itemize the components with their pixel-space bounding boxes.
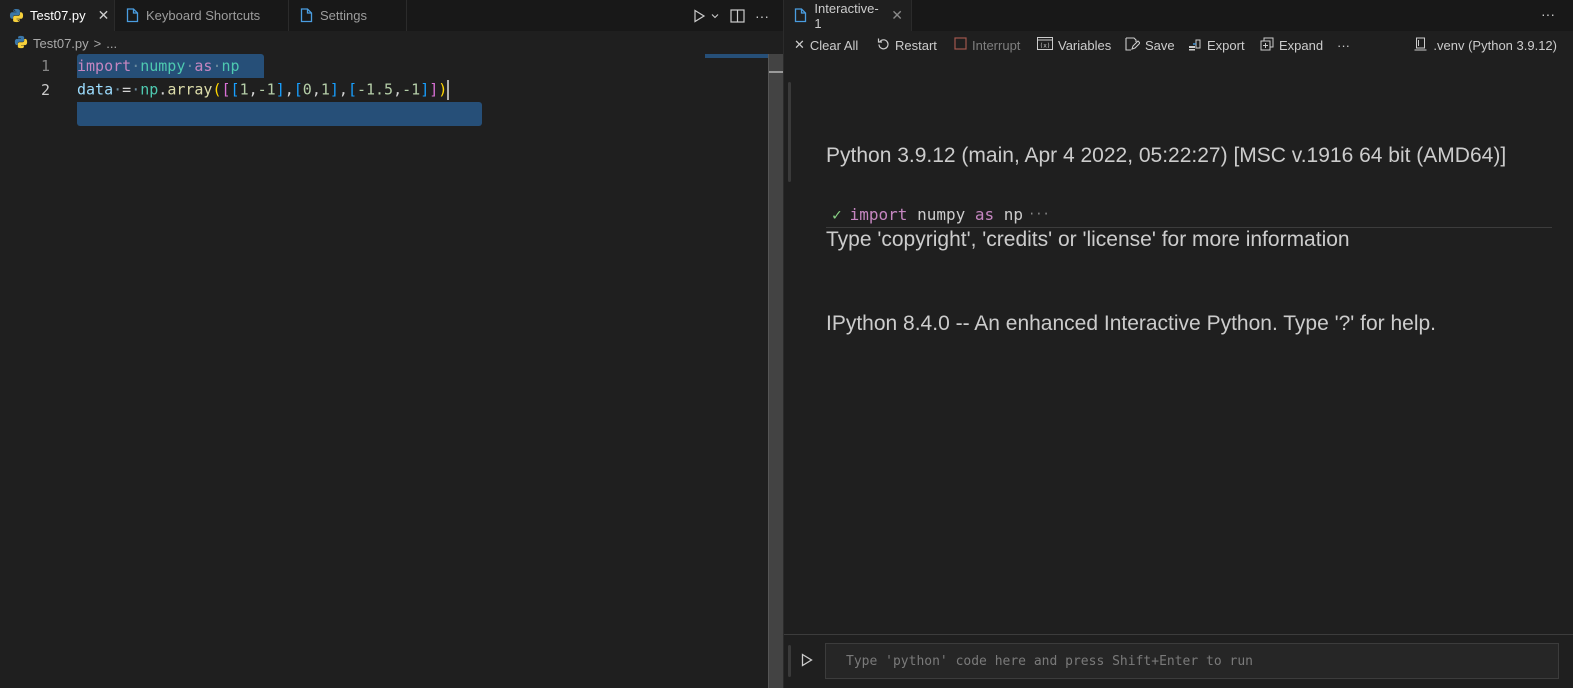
expand-icon <box>1260 37 1274 54</box>
tab-interactive-1[interactable]: Interactive-1 ✕ <box>784 0 912 31</box>
export-button[interactable]: Export <box>1188 37 1245 54</box>
kernel-icon <box>1414 37 1427 54</box>
code-text: import·numpy·as·np <box>77 57 240 75</box>
kernel-picker[interactable]: .venv (Python 3.9.12) <box>1414 37 1557 54</box>
run-icon[interactable] <box>692 8 706 23</box>
editor-tab-bar: Test07.py ✕ Keyboard Shortcuts Settings … <box>0 0 783 31</box>
minimap-selection[interactable] <box>705 54 768 58</box>
line-number: 2 <box>40 81 50 99</box>
restart-icon <box>877 37 890 53</box>
input-separator <box>784 634 1573 635</box>
restart-label: Restart <box>895 37 937 53</box>
output-cell-indicator <box>788 82 791 182</box>
kernel-banner-output: Python 3.9.12 (main, Apr 4 2022, 05:22:2… <box>826 86 1506 394</box>
editor-actions: ··· <box>692 0 769 31</box>
editor-group-left: Test07.py ✕ Keyboard Shortcuts Settings … <box>0 0 783 688</box>
clear-all-button[interactable]: ✕ Clear All <box>794 37 858 53</box>
cell-code-keyword: as <box>974 204 995 224</box>
interrupt-button[interactable]: Interrupt <box>954 37 1020 53</box>
variables-icon: (x) <box>1037 37 1053 53</box>
editor-scrollbar[interactable] <box>768 54 783 688</box>
more-actions-icon[interactable]: ··· <box>755 8 769 24</box>
code-editor[interactable]: 1 import·numpy·as·np 2 data·=·np.array([… <box>0 54 768 688</box>
interactive-tab-bar: Interactive-1 ✕ ··· <box>784 0 1573 31</box>
tab-label: Test07.py <box>30 8 86 23</box>
svg-text:(x): (x) <box>1040 43 1051 50</box>
close-icon: ✕ <box>794 37 805 52</box>
breadcrumb: Test07.py > ... <box>14 33 117 53</box>
scrollbar-cursor-mark <box>769 71 783 73</box>
tab-test07-py[interactable]: Test07.py ✕ <box>0 0 115 31</box>
output-line: Python 3.9.12 (main, Apr 4 2022, 05:22:2… <box>826 144 1507 167</box>
tab-keyboard-shortcuts[interactable]: Keyboard Shortcuts <box>115 0 289 31</box>
breadcrumb-symbols[interactable]: ... <box>106 36 117 51</box>
file-icon <box>793 8 808 24</box>
code-input[interactable] <box>826 644 1558 678</box>
checkmark-icon: ✓ <box>832 204 842 224</box>
save-label: Save <box>1145 37 1175 53</box>
python-icon <box>9 8 24 24</box>
selection-highlight <box>77 102 482 126</box>
tab-label: Interactive-1 <box>814 0 879 31</box>
more-actions-icon[interactable]: ··· <box>1541 6 1555 22</box>
input-cell-indicator <box>788 645 791 677</box>
tab-label: Settings <box>320 8 367 23</box>
file-icon <box>298 8 314 24</box>
restart-button[interactable]: Restart <box>877 37 937 53</box>
save-button[interactable]: Save <box>1125 36 1175 54</box>
python-icon <box>14 35 28 52</box>
expand-label: Expand <box>1279 37 1324 53</box>
file-icon <box>124 8 140 24</box>
breadcrumb-file[interactable]: Test07.py <box>33 36 89 51</box>
tab-label: Keyboard Shortcuts <box>146 8 261 23</box>
executed-cell[interactable]: ✓ import numpy as np ··· <box>826 201 1552 228</box>
code-text: data·=·np.array([[1,-1],[0,1],[-1.5,-1]]… <box>77 80 450 100</box>
chevron-right-icon: > <box>93 35 102 51</box>
export-label: Export <box>1207 37 1245 53</box>
run-icon[interactable] <box>801 651 815 669</box>
stop-icon <box>954 37 967 53</box>
chevron-down-icon[interactable] <box>710 11 720 21</box>
output-line: IPython 8.4.0 -- An enhanced Interactive… <box>826 312 1437 335</box>
kernel-label: .venv (Python 3.9.12) <box>1433 37 1557 53</box>
expand-cell-ellipsis[interactable]: ··· <box>1028 207 1050 221</box>
interactive-window: Interactive-1 ✕ ··· ✕ Clear All Restart … <box>784 0 1573 688</box>
code-input-box[interactable] <box>825 643 1559 679</box>
clear-all-label: Clear All <box>809 37 859 53</box>
save-icon <box>1125 36 1141 54</box>
line-number: 1 <box>40 57 50 75</box>
close-icon[interactable]: ✕ <box>891 7 903 24</box>
variables-label: Variables <box>1058 37 1112 53</box>
code-line: 1 import·numpy·as·np <box>0 54 768 78</box>
interrupt-label: Interrupt <box>972 37 1021 53</box>
variables-button[interactable]: (x) Variables <box>1037 37 1111 53</box>
split-editor-icon[interactable] <box>730 8 745 23</box>
cell-code-keyword: import <box>849 204 908 224</box>
text-cursor <box>447 80 450 100</box>
output-line: Type 'copyright', 'credits' or 'license'… <box>826 228 1350 251</box>
more-toolbar-button[interactable]: ··· <box>1337 38 1350 53</box>
tab-settings[interactable]: Settings <box>289 0 407 31</box>
expand-button[interactable]: Expand <box>1260 37 1323 54</box>
export-icon <box>1188 37 1202 54</box>
cell-code-module: numpy <box>917 204 966 224</box>
code-line: 2 data·=·np.array([[1,-1],[0,1],[-1.5,-1… <box>0 78 768 126</box>
cell-code-alias: np <box>1003 204 1024 224</box>
interactive-toolbar: ✕ Clear All Restart Interrupt (x) Variab… <box>784 34 1573 56</box>
close-icon[interactable]: ✕ <box>98 7 110 24</box>
